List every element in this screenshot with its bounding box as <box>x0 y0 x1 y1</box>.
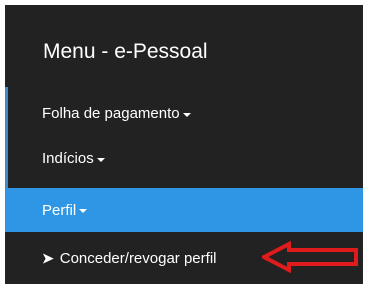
caret-down-icon <box>182 112 191 117</box>
menu-title: Menu - e-Pessoal <box>43 40 208 63</box>
menu-panel: Menu - e-Pessoal Folha de pagamento Indí… <box>5 5 363 284</box>
menu-item-perfil-label: Perfil <box>42 201 77 219</box>
menu-item-indicios[interactable]: Indícios <box>5 138 363 179</box>
red-arrow-icon <box>262 240 358 274</box>
menu-item-folha-de-pagamento[interactable]: Folha de pagamento <box>5 93 363 134</box>
menu-item-indicios-label: Indícios <box>42 150 94 167</box>
chevron-right-icon: ➤ <box>42 250 54 266</box>
caret-down-icon <box>96 157 105 162</box>
caret-down-icon <box>79 209 88 213</box>
menu-item-perfil[interactable]: Perfil <box>5 188 363 232</box>
menu-item-folha-label: Folha de pagamento <box>42 105 180 122</box>
submenu-item-label: Conceder/revogar perfil <box>59 249 217 267</box>
